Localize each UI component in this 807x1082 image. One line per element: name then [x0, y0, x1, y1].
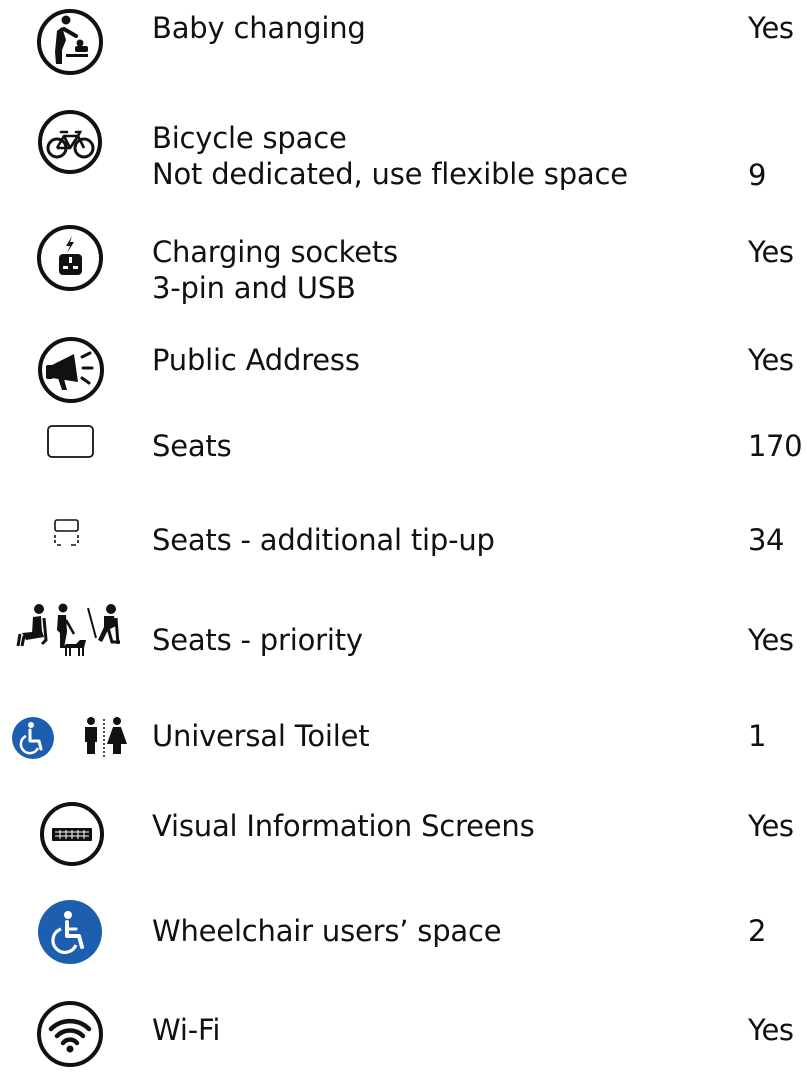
facility-value: 170 — [748, 429, 803, 463]
universal-toilet-icon — [0, 708, 150, 778]
facility-label: Bicycle space Not dedicated, use flexibl… — [152, 120, 628, 192]
facility-row-wheelchair-space: Wheelchair users’ space 2 — [0, 890, 807, 980]
facility-name: Seats - additional tip-up — [152, 523, 495, 557]
facility-name: Seats — [152, 429, 232, 463]
facility-row-priority-seats: Seats - priority Yes — [0, 600, 807, 690]
facility-value: 9 — [748, 158, 767, 192]
facility-value: Yes — [748, 623, 794, 657]
facility-row-baby-changing: Baby changing Yes — [0, 0, 807, 90]
facility-row-visual-information-screens: Visual Information Screens Yes — [0, 792, 807, 882]
facility-name: Bicycle space — [152, 121, 347, 155]
facility-label: Seats - priority — [152, 622, 363, 658]
facility-label: Wi-Fi — [152, 1012, 220, 1048]
facility-name: Charging sockets — [152, 235, 398, 269]
facility-detail: 3-pin and USB — [152, 271, 356, 305]
seat-icon — [0, 418, 120, 478]
priority-seat-icon — [0, 600, 150, 670]
facility-label: Visual Information Screens — [152, 808, 535, 844]
facility-name: Public Address — [152, 343, 360, 377]
facility-label: Seats — [152, 428, 232, 464]
facility-value: Yes — [748, 235, 794, 269]
facility-value: Yes — [748, 1013, 794, 1047]
facility-value: 34 — [748, 523, 785, 557]
baby-changing-icon — [0, 0, 120, 90]
wifi-icon — [0, 992, 120, 1082]
facility-label: Baby changing — [152, 10, 366, 46]
facility-name: Baby changing — [152, 11, 366, 45]
facility-name: Seats - priority — [152, 623, 363, 657]
facility-row-public-address: Public Address Yes — [0, 330, 807, 420]
charging-socket-icon — [0, 220, 120, 310]
facility-label: Charging sockets 3-pin and USB — [152, 234, 398, 306]
facility-name: Wheelchair users’ space — [152, 914, 502, 948]
megaphone-icon — [0, 330, 120, 420]
facility-row-tip-up-seats: Seats - additional tip-up 34 — [0, 514, 807, 604]
tip-up-seat-icon — [0, 514, 120, 574]
facility-row-charging-sockets: Charging sockets 3-pin and USB Yes — [0, 220, 807, 310]
facility-name: Universal Toilet — [152, 719, 370, 753]
facility-value: Yes — [748, 809, 794, 843]
facility-row-seats: Seats 170 — [0, 418, 807, 508]
facility-row-universal-toilet: Universal Toilet 1 — [0, 708, 807, 798]
facility-value: 2 — [748, 914, 767, 948]
facility-label: Wheelchair users’ space — [152, 913, 502, 949]
facility-label: Public Address — [152, 342, 360, 378]
facility-value: 1 — [748, 719, 767, 753]
facility-detail: Not dedicated, use flexible space — [152, 157, 628, 191]
facility-name: Wi-Fi — [152, 1013, 221, 1047]
facility-label: Universal Toilet — [152, 718, 370, 754]
facility-name: Visual Information Screens — [152, 809, 535, 843]
facility-label: Seats - additional tip-up — [152, 522, 495, 558]
facility-value: Yes — [748, 11, 794, 45]
facility-value: Yes — [748, 343, 794, 377]
wheelchair-icon — [0, 890, 120, 970]
facility-row-wifi: Wi-Fi Yes — [0, 992, 807, 1082]
bicycle-icon — [0, 110, 120, 200]
information-screen-icon — [0, 792, 120, 872]
facility-row-bicycle-space: Bicycle space Not dedicated, use flexibl… — [0, 110, 807, 200]
